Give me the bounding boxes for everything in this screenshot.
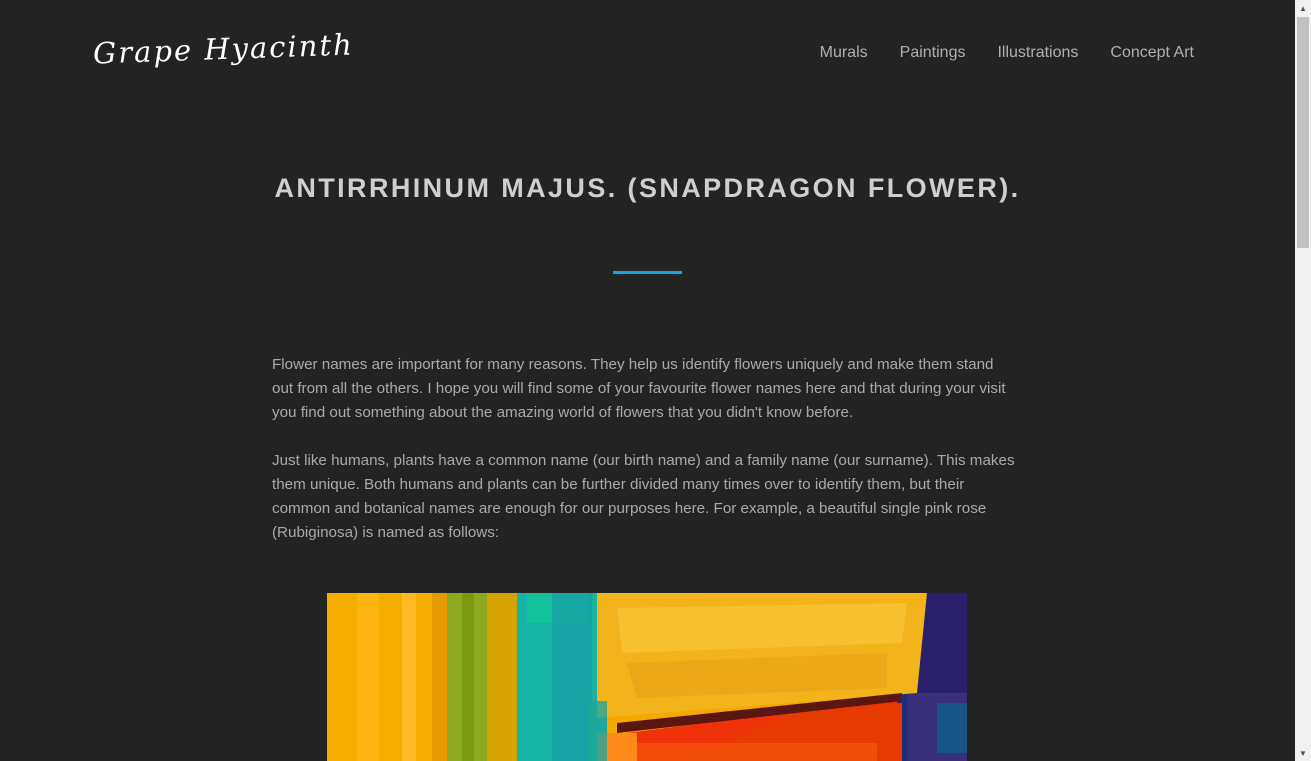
down-arrow-icon[interactable]: ▼ xyxy=(1295,745,1311,761)
abstract-painting-image xyxy=(327,593,967,761)
nav-item-concept-art[interactable]: Concept Art xyxy=(1110,44,1194,62)
article-paragraph-1: Flower names are important for many reas… xyxy=(272,356,1006,421)
site-logo[interactable]: Grape Hyacinth xyxy=(92,27,354,70)
up-arrow-icon[interactable]: ▲ xyxy=(1295,0,1311,16)
page: Grape Hyacinth Murals Paintings Illustra… xyxy=(0,0,1295,761)
page-scrollbar[interactable]: ▲ ▼ xyxy=(1295,0,1311,761)
nav-item-paintings[interactable]: Paintings xyxy=(900,44,966,62)
main-nav: Murals Paintings Illustrations Concept A… xyxy=(820,44,1194,62)
title-divider xyxy=(613,271,682,274)
page-title: ANTIRRHINUM MAJUS. (SNAPDRAGON FLOWER). xyxy=(274,173,1021,203)
article-body: Flower names are important for many reas… xyxy=(272,353,1017,569)
article-paragraph-2: Just like humans, plants have a common n… xyxy=(272,452,1015,541)
nav-item-illustrations[interactable]: Illustrations xyxy=(997,44,1078,62)
scrollbar-thumb[interactable] xyxy=(1297,17,1309,248)
nav-item-murals[interactable]: Murals xyxy=(820,44,868,62)
